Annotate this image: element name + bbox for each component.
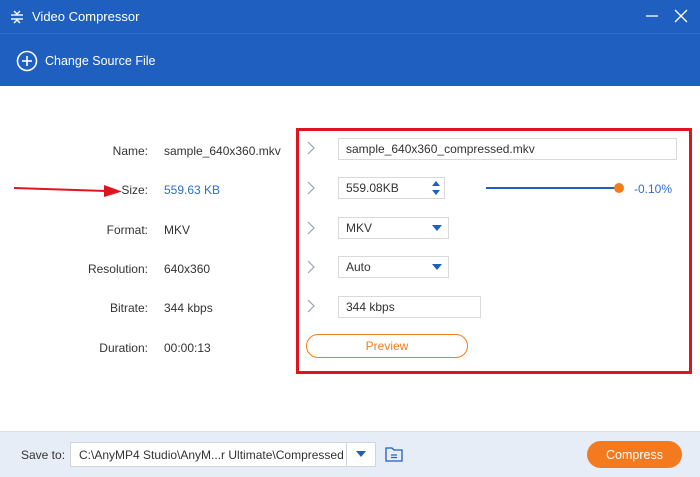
plus-circle-icon <box>16 50 38 72</box>
size-slider-handle[interactable] <box>613 183 624 193</box>
close-icon[interactable] <box>671 6 691 26</box>
change-source-file-label: Change Source File <box>45 54 156 68</box>
compressor-panel: Name: sample_640x360.mkv Size: 559.63 KB… <box>0 86 700 431</box>
preview-button[interactable]: Preview <box>306 334 468 358</box>
chevron-right-icon <box>307 260 315 274</box>
caret-down-icon[interactable] <box>356 451 366 457</box>
source-size-value: 559.63 KB <box>164 183 221 197</box>
name-label: Name: <box>112 144 148 158</box>
chevron-right-icon <box>307 221 315 235</box>
path-separator <box>346 443 347 466</box>
save-path-value: C:\AnyMP4 Studio\AnyM...r Ultimate\Compr… <box>79 448 344 462</box>
size-slider-track[interactable] <box>486 187 619 189</box>
chevron-right-icon <box>307 181 315 195</box>
spin-arrows-icon[interactable] <box>431 179 441 197</box>
source-resolution-value: 640x360 <box>164 262 211 276</box>
red-arrow-annotation <box>14 185 122 197</box>
chevron-right-icon <box>307 141 315 155</box>
save-to-label: Save to: <box>21 448 66 462</box>
chevron-right-icon <box>307 299 315 313</box>
duration-label: Duration: <box>99 341 148 355</box>
output-name-input[interactable]: sample_640x360_compressed.mkv <box>338 138 677 160</box>
footer-bar: Save to: C:\AnyMP4 Studio\AnyM...r Ultim… <box>0 431 700 477</box>
format-dropdown-value: MKV <box>346 221 373 235</box>
title-bar: Video Compressor <box>0 0 700 33</box>
resolution-dropdown[interactable]: Auto <box>338 256 449 278</box>
output-bitrate-input[interactable]: 344 kbps <box>338 296 481 318</box>
output-size-input[interactable]: 559.08KB <box>338 177 445 199</box>
source-format-value: MKV <box>164 223 191 237</box>
size-percent-value: -0.10% <box>634 182 673 196</box>
change-source-file-button[interactable]: Change Source File <box>16 50 155 72</box>
compress-button[interactable]: Compress <box>587 441 682 468</box>
source-duration-value: 00:00:13 <box>164 341 211 355</box>
caret-down-icon <box>432 225 442 231</box>
compress-app-icon <box>11 10 23 24</box>
source-name-value: sample_640x360.mkv <box>164 144 281 158</box>
format-label: Format: <box>106 223 148 237</box>
source-bitrate-value: 344 kbps <box>164 301 213 315</box>
resolution-label: Resolution: <box>87 262 148 276</box>
caret-down-icon <box>432 264 442 270</box>
window-title: Video Compressor <box>32 9 140 24</box>
minimize-icon[interactable] <box>642 6 662 26</box>
bitrate-label: Bitrate: <box>109 301 148 315</box>
folder-icon[interactable] <box>384 445 404 463</box>
format-dropdown[interactable]: MKV <box>338 217 449 239</box>
save-path-dropdown[interactable]: C:\AnyMP4 Studio\AnyM...r Ultimate\Compr… <box>70 442 376 467</box>
toolbar: Change Source File <box>0 33 700 86</box>
resolution-dropdown-value: Auto <box>346 260 371 274</box>
